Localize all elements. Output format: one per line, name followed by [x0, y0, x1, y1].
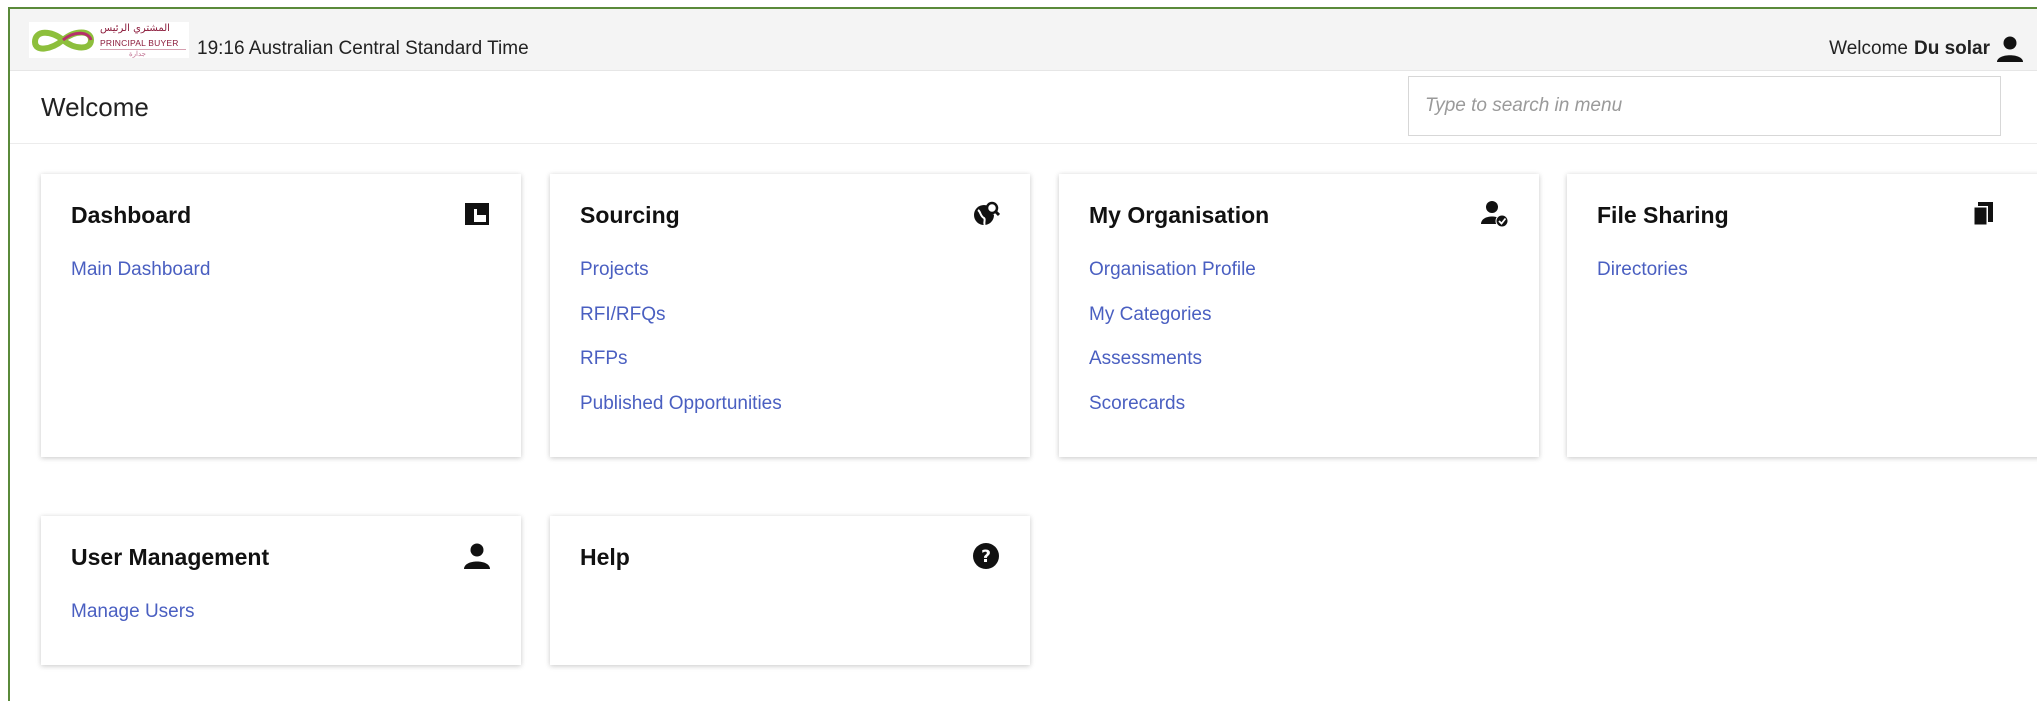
user-check-icon — [1481, 201, 1509, 228]
card-title-help: Help — [580, 544, 630, 570]
card-title-user-management: User Management — [71, 544, 270, 570]
link-directories[interactable]: Directories — [1597, 259, 1688, 304]
card-sourcing: Sourcing Projects RFI/RFQs RFPs Publishe… — [550, 174, 1030, 457]
menu-search-input[interactable] — [1408, 76, 2001, 136]
header-divider — [10, 143, 2037, 144]
globe-search-icon — [974, 201, 1000, 226]
welcome-user: Welcome Du solar — [1829, 38, 1990, 60]
link-organisation-profile[interactable]: Organisation Profile — [1089, 259, 1256, 304]
card-dashboard: Dashboard Main Dashboard — [41, 174, 521, 457]
link-my-categories[interactable]: My Categories — [1089, 304, 1256, 349]
svg-text:?: ? — [981, 547, 991, 567]
link-assessments[interactable]: Assessments — [1089, 348, 1256, 393]
link-rfps[interactable]: RFPs — [580, 348, 782, 393]
card-my-organisation: My Organisation Organisation Profile My … — [1059, 174, 1539, 457]
copy-files-icon — [1973, 202, 1993, 226]
card-user-management: User Management Manage Users — [41, 516, 521, 665]
welcome-label: Welcome — [1829, 38, 1908, 59]
top-bar: المشتري الرئيس PRINCIPAL BUYER جدارة 19:… — [10, 9, 2037, 71]
card-title-sourcing: Sourcing — [580, 202, 680, 228]
principal-buyer-logo[interactable]: المشتري الرئيس PRINCIPAL BUYER جدارة — [29, 22, 189, 58]
clock-text: 19:16 Australian Central Standard Time — [197, 38, 529, 59]
user-name[interactable]: Du solar — [1914, 38, 1990, 59]
link-rfi-rfqs[interactable]: RFI/RFQs — [580, 304, 782, 349]
card-title-my-organisation: My Organisation — [1089, 202, 1270, 228]
card-file-sharing: File Sharing Directories — [1567, 174, 2037, 457]
link-main-dashboard[interactable]: Main Dashboard — [71, 259, 210, 304]
card-title-file-sharing: File Sharing — [1597, 202, 1729, 228]
link-projects[interactable]: Projects — [580, 259, 782, 304]
dashboard-icon — [465, 203, 489, 225]
user-icon — [464, 543, 490, 569]
link-manage-users[interactable]: Manage Users — [71, 601, 195, 646]
card-title-dashboard: Dashboard — [71, 202, 192, 228]
page-title: Welcome — [41, 92, 149, 122]
link-scorecards[interactable]: Scorecards — [1089, 393, 1256, 438]
infinity-logo-icon — [31, 29, 95, 52]
link-published-opportunities[interactable]: Published Opportunities — [580, 393, 782, 438]
card-help: Help ? — [550, 516, 1030, 665]
user-menu-icon[interactable] — [1996, 35, 2024, 63]
logo-arabic-subtext: جدارة — [129, 51, 146, 58]
logo-arabic-text: المشتري الرئيس — [100, 23, 170, 34]
logo-english-text: PRINCIPAL BUYER — [100, 38, 179, 48]
help-icon[interactable]: ? — [972, 542, 1000, 570]
